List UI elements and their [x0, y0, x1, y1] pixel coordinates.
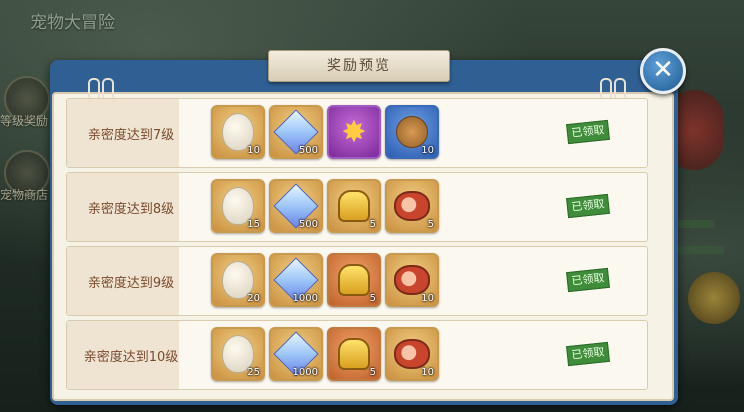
reward-item[interactable]: 25 [211, 327, 265, 381]
dialog-title: 奖励预览 [268, 50, 450, 82]
reward-item[interactable]: 1000 [269, 327, 323, 381]
item-quantity: 500 [298, 145, 318, 156]
pet-shop-label: 宠物商店 [0, 188, 49, 202]
item-quantity: 500 [298, 219, 318, 230]
reward-item[interactable]: 5 [327, 327, 381, 381]
item-quantity: 25 [247, 367, 260, 378]
claw-icon: ✸ [341, 114, 367, 150]
reward-row: 亲密度达到8级 15 500 5 5 已领取 [66, 172, 648, 242]
reward-item[interactable]: 5 [327, 253, 381, 307]
row-label: 亲密度达到10级 [83, 349, 179, 365]
item-quantity: 5 [369, 293, 376, 304]
item-quantity: 20 [247, 293, 260, 304]
item-quantity: 10 [247, 145, 260, 156]
item-quantity: 10 [421, 293, 434, 304]
game-title: 宠物大冒险 [30, 13, 115, 33]
item-quantity: 5 [369, 367, 376, 378]
reward-item[interactable]: 10 [385, 105, 439, 159]
claimed-stamp: 已领取 [566, 119, 610, 145]
reward-item[interactable]: 1000 [269, 253, 323, 307]
item-quantity: 10 [421, 367, 434, 378]
level-reward-label: 等级奖励 [0, 114, 49, 128]
reward-item[interactable]: 500 [269, 105, 323, 159]
row-label: 亲密度达到7级 [87, 127, 175, 143]
coin-button[interactable] [688, 272, 740, 324]
claimed-stamp: 已领取 [566, 267, 610, 293]
reward-item[interactable]: 500 [269, 179, 323, 233]
row-label: 亲密度达到8级 [87, 201, 175, 217]
reward-row: 亲密度达到10级 25 1000 5 10 已领取 [66, 320, 648, 390]
reward-item[interactable]: 10 [385, 253, 439, 307]
item-quantity: 5 [369, 219, 376, 230]
reward-item[interactable]: 10 [211, 105, 265, 159]
row-label: 亲密度达到9级 [87, 275, 175, 291]
reward-item[interactable]: 20 [211, 253, 265, 307]
reward-row: 亲密度达到9级 20 1000 5 10 已领取 [66, 246, 648, 316]
reward-row: 亲密度达到7级 10 500 ✸ 10 已领取 [66, 98, 648, 168]
reward-item[interactable]: ✸ [327, 105, 381, 159]
claimed-stamp: 已领取 [566, 193, 610, 219]
reward-item[interactable]: 15 [211, 179, 265, 233]
close-button[interactable]: ✕ [640, 48, 686, 94]
item-quantity: 1000 [292, 367, 318, 378]
item-quantity: 1000 [292, 293, 318, 304]
item-quantity: 5 [427, 219, 434, 230]
reward-item[interactable]: 5 [385, 179, 439, 233]
reward-item[interactable]: 10 [385, 327, 439, 381]
item-quantity: 15 [247, 219, 260, 230]
close-icon: ✕ [652, 55, 674, 85]
reward-item[interactable]: 5 [327, 179, 381, 233]
claimed-stamp: 已领取 [566, 341, 610, 367]
item-quantity: 10 [421, 145, 434, 156]
